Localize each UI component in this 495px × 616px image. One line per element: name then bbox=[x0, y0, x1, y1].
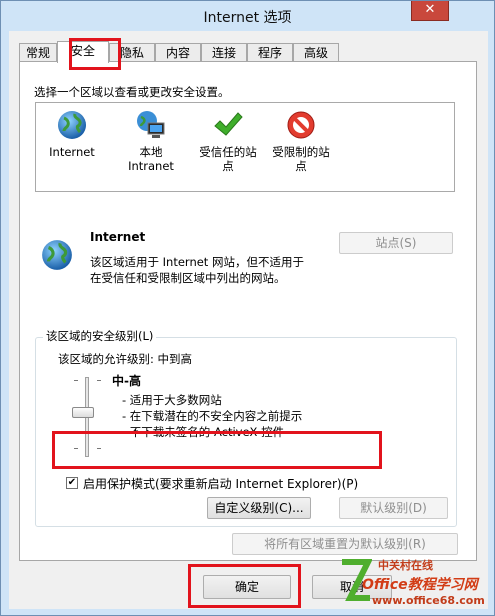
highlight-box-ok-button bbox=[188, 564, 301, 608]
level-bullet: - 在下载潜在的不安全内容之前提示 bbox=[122, 409, 303, 423]
security-level-slider-thumb[interactable] bbox=[72, 407, 94, 418]
zone-label: 受信任的站 点 bbox=[199, 145, 257, 173]
allowed-levels-text: 该区域的允许级别: 中到高 bbox=[58, 352, 193, 366]
globe-icon bbox=[58, 111, 86, 139]
slider-tick bbox=[74, 380, 78, 381]
zone-instruction: 选择一个区域以查看或更改安全设置。 bbox=[34, 85, 230, 99]
security-tab-panel: 选择一个区域以查看或更改安全设置。 Internet 本地 Intranet 受… bbox=[19, 61, 477, 561]
selected-zone-description-1: 该区域适用于 Internet 网站，但不适用于 bbox=[90, 255, 304, 269]
globe-icon bbox=[42, 240, 72, 270]
trusted-check-icon bbox=[214, 112, 243, 136]
zone-trusted-sites[interactable]: 受信任的站 点 bbox=[188, 109, 268, 189]
zone-restricted-sites[interactable]: 受限制的站 点 bbox=[261, 109, 341, 189]
tab-advanced[interactable]: 高级 bbox=[293, 43, 339, 62]
restricted-icon bbox=[287, 111, 315, 139]
tab-programs[interactable]: 程序 bbox=[247, 43, 293, 62]
reset-all-zones-button[interactable]: 将所有区域重置为默认级别(R) bbox=[232, 533, 458, 555]
watermark-line-1: 中关村在线 bbox=[378, 559, 433, 572]
sites-button[interactable]: 站点(S) bbox=[339, 232, 453, 254]
watermark-line-2: Office教程学习网 bbox=[362, 577, 478, 593]
highlight-box-protected-mode bbox=[52, 431, 382, 469]
site-watermark: 中关村在线 Office教程学习网 www.office68.com bbox=[338, 556, 488, 612]
watermark-line-3: www.office68.com bbox=[372, 594, 485, 607]
level-bullet: - 适用于大多数网站 bbox=[122, 393, 222, 407]
zone-internet[interactable]: Internet bbox=[42, 109, 102, 179]
tab-general[interactable]: 常规 bbox=[19, 43, 57, 62]
tab-connections[interactable]: 连接 bbox=[201, 43, 247, 62]
tab-content[interactable]: 内容 bbox=[155, 43, 201, 62]
dialog-client-area: 常规 安全 隐私 内容 连接 程序 高级 选择一个区域以查看或更改安全设置。 I… bbox=[9, 31, 488, 609]
current-level-name: 中-高 bbox=[112, 374, 141, 388]
security-level-group-label: 该区域的安全级别(L) bbox=[43, 328, 157, 344]
protected-mode-checkbox[interactable]: ✔ bbox=[66, 477, 78, 489]
zone-local-intranet[interactable]: 本地 Intranet bbox=[116, 109, 186, 189]
title-bar[interactable]: Internet 选项 ✕ bbox=[1, 1, 494, 31]
internet-options-window: Internet 选项 ✕ 常规 安全 隐私 内容 连接 程序 高级 选择一个区… bbox=[0, 0, 495, 616]
zone-list: Internet 本地 Intranet 受信任的站 点 受限制的站 点 bbox=[35, 102, 455, 192]
custom-level-button[interactable]: 自定义级别(C)... bbox=[207, 497, 311, 519]
protected-mode-label[interactable]: 启用保护模式(要求重新启动 Internet Explorer)(P) bbox=[83, 475, 358, 492]
zone-label: 受限制的站 点 bbox=[272, 145, 330, 173]
zone-label: Internet bbox=[49, 145, 95, 159]
slider-tick bbox=[97, 380, 101, 381]
zone-label: 本地 Intranet bbox=[128, 145, 174, 173]
selected-zone-name: Internet bbox=[90, 230, 146, 244]
intranet-icon bbox=[137, 111, 165, 138]
selected-zone-description-2: 在受信任和受限制区域中列出的网站。 bbox=[90, 271, 286, 285]
default-level-button[interactable]: 默认级别(D) bbox=[339, 497, 448, 519]
close-button[interactable]: ✕ bbox=[411, 1, 449, 21]
highlight-box-security-tab bbox=[69, 38, 121, 70]
